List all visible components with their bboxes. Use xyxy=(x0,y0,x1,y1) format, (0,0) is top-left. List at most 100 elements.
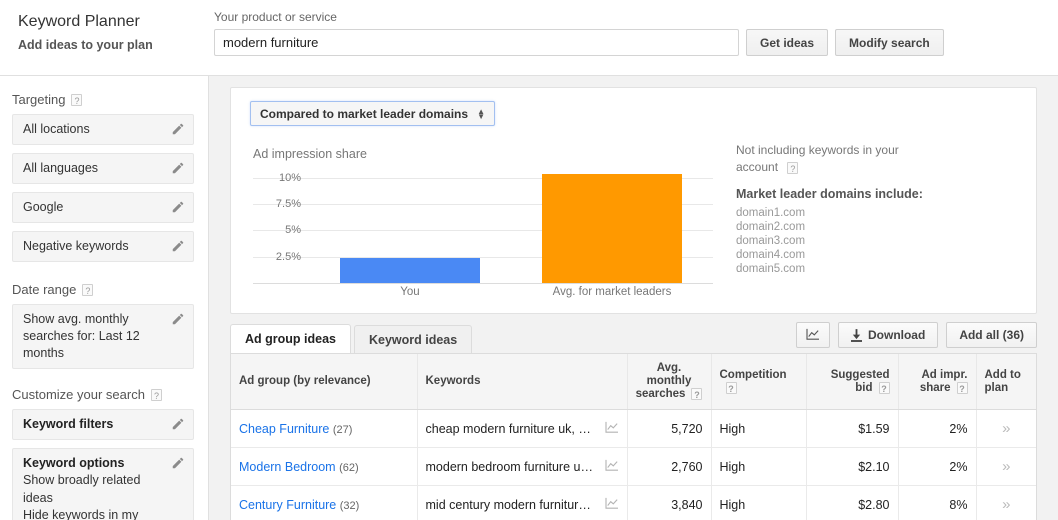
keyword-planner-page: Keyword Planner Add ideas to your plan Y… xyxy=(0,0,1058,520)
th-competition-label: Competition xyxy=(719,368,787,381)
cell-add-to-plan[interactable]: » xyxy=(976,447,1036,487)
modify-search-button[interactable]: Modify search xyxy=(835,29,944,56)
ad-group-link[interactable]: Century Furniture xyxy=(239,498,336,512)
line-chart-icon-button[interactable] xyxy=(795,322,830,348)
cell-avg-monthly-searches: 3,840 xyxy=(627,485,712,520)
chart-bar xyxy=(542,173,682,283)
edit-pencil-icon[interactable] xyxy=(171,417,185,431)
sparkline-icon[interactable] xyxy=(604,421,619,436)
keywords-text: cheap modern furniture uk, m… xyxy=(425,421,602,436)
comparison-select[interactable]: Compared to market leader domains ▲ ▼ xyxy=(250,101,495,126)
note-line-1: Not including keywords in your xyxy=(736,143,899,157)
ad-impression-share-card: Compared to market leader domains ▲ ▼ Ad … xyxy=(230,87,1037,314)
th-avg-monthly-searches[interactable]: Avg. monthly searches? xyxy=(627,354,712,411)
sidebar-item-label: Negative keywords xyxy=(23,239,129,253)
cell-ad-group: Modern Bedroom (62) xyxy=(231,447,418,487)
tab-keyword-ideas[interactable]: Keyword ideas xyxy=(353,325,473,353)
cell-suggested-bid: $2.80 xyxy=(806,485,899,520)
keyword-options-title: Keyword options xyxy=(23,456,125,470)
cell-ad-impr-share: 8% xyxy=(898,485,977,520)
table-row[interactable]: Modern Bedroom (62) modern bedroom furnit… xyxy=(231,447,1036,487)
domain-item: domain5.com xyxy=(736,263,806,275)
cell-suggested-bid: $2.10 xyxy=(806,447,899,487)
table-header-row: Ad group (by relevance) Keywords Avg. mo… xyxy=(231,354,1036,411)
edit-pencil-icon[interactable] xyxy=(171,456,185,470)
keywords-text: modern bedroom furniture uk, … xyxy=(425,459,605,474)
cell-keywords: mid century modern furniture c… xyxy=(417,485,628,520)
help-icon[interactable]: ? xyxy=(71,93,83,106)
help-icon[interactable]: ? xyxy=(82,283,94,296)
cell-add-to-plan[interactable]: » xyxy=(976,486,1036,520)
domain-item: domain1.com xyxy=(736,207,806,219)
ad-group-link[interactable]: Modern Bedroom xyxy=(239,460,336,474)
domain-item: domain2.com xyxy=(736,221,806,233)
ad-group-count: (32) xyxy=(339,499,360,512)
search-input[interactable] xyxy=(214,29,739,56)
table-row[interactable]: Cheap Furniture (27) cheap modern furnitu… xyxy=(231,409,1036,449)
domain-item: domain3.com xyxy=(736,235,806,247)
keyword-option-item: Hide keywords in my account xyxy=(23,508,139,520)
th-ad-group[interactable]: Ad group (by relevance) xyxy=(231,354,418,411)
search-label: Your product or service xyxy=(214,10,337,24)
table-header: Ad group (by relevance) Keywords Avg. mo… xyxy=(231,354,1036,411)
sidebar-item-label: Show avg. monthly searches for: Last 12 … xyxy=(23,312,140,360)
help-icon[interactable]: ? xyxy=(150,388,162,401)
sidebar-item-all-languages[interactable]: All languages xyxy=(12,153,194,184)
page-title: Keyword Planner xyxy=(18,13,140,30)
th-competition[interactable]: Competition? xyxy=(711,354,807,411)
main-content: Compared to market leader domains ▲ ▼ Ad … xyxy=(209,76,1058,520)
help-icon[interactable]: ? xyxy=(787,161,799,174)
help-icon[interactable]: ? xyxy=(956,381,968,394)
table-toolbar: Download Add all (36) xyxy=(788,322,1037,348)
table-body: Cheap Furniture (27) cheap modern furnitu… xyxy=(231,409,1036,520)
chart-side-note: Not including keywords in your account ?… xyxy=(736,142,966,276)
ad-group-link[interactable]: Cheap Furniture xyxy=(239,422,329,436)
sidebar-item-negative-keywords[interactable]: Negative keywords xyxy=(12,231,194,262)
download-button[interactable]: Download xyxy=(837,322,939,348)
sidebar-item-label: All languages xyxy=(23,161,99,175)
tab-ad-group-ideas[interactable]: Ad group ideas xyxy=(230,324,351,353)
add-all-button[interactable]: Add all (36) xyxy=(946,322,1037,348)
download-label: Download xyxy=(867,328,926,342)
edit-pencil-icon[interactable] xyxy=(171,312,185,326)
sidebar-item-date-range[interactable]: Show avg. monthly searches for: Last 12 … xyxy=(12,304,194,369)
sidebar-item-keyword-options[interactable]: Keyword options Show broadly related ide… xyxy=(12,448,194,520)
sidebar-item-keyword-filters[interactable]: Keyword filters xyxy=(12,409,194,440)
sidebar-item-all-locations[interactable]: All locations xyxy=(12,114,194,145)
get-ideas-button[interactable]: Get ideas xyxy=(746,29,829,56)
th-ad-impr-share[interactable]: Ad impr. share? xyxy=(898,354,977,411)
th-keywords[interactable]: Keywords xyxy=(417,354,628,411)
ideas-table-wrap: Ad group (by relevance) Keywords Avg. mo… xyxy=(230,353,1037,520)
cell-competition: High xyxy=(711,447,807,487)
help-icon[interactable]: ? xyxy=(878,381,890,394)
customize-section-title: Customize your search ? xyxy=(12,387,208,402)
edit-pencil-icon[interactable] xyxy=(171,200,185,214)
help-icon[interactable]: ? xyxy=(725,381,737,394)
ideas-tabs: Ad group ideas Keyword ideas xyxy=(230,324,473,353)
table-row[interactable]: Century Furniture (32) mid century modern… xyxy=(231,485,1036,520)
edit-pencil-icon[interactable] xyxy=(171,239,185,253)
cell-ad-group: Cheap Furniture (27) xyxy=(231,409,418,449)
ad-group-count: (27) xyxy=(332,423,353,436)
chart-bar xyxy=(340,257,480,283)
market-leader-domains-list: domain1.com domain2.com domain3.com doma… xyxy=(736,206,966,276)
edit-pencil-icon[interactable] xyxy=(171,122,185,136)
cell-add-to-plan[interactable]: » xyxy=(976,409,1036,449)
sparkline-icon[interactable] xyxy=(604,497,619,512)
chart-y-tick-label: 2.5% xyxy=(275,250,301,263)
cell-ad-impr-share: 2% xyxy=(898,409,977,449)
chevron-updown-icon: ▲ ▼ xyxy=(477,106,485,121)
th-suggested-bid[interactable]: Suggested bid? xyxy=(806,354,899,411)
cell-keywords: modern bedroom furniture uk, … xyxy=(417,447,628,487)
help-icon[interactable]: ? xyxy=(691,388,703,400)
cell-keywords: cheap modern furniture uk, m… xyxy=(417,409,628,449)
page-subtitle: Add ideas to your plan xyxy=(18,38,153,52)
market-leader-domains-title: Market leader domains include: xyxy=(736,187,923,201)
edit-pencil-icon[interactable] xyxy=(171,161,185,175)
cell-avg-monthly-searches: 5,720 xyxy=(627,409,712,449)
sparkline-icon[interactable] xyxy=(604,459,619,474)
chart-x-tick-label: Avg. for market leaders xyxy=(552,286,672,298)
ideas-table: Ad group (by relevance) Keywords Avg. mo… xyxy=(231,354,1036,520)
sidebar-item-label: All locations xyxy=(23,122,90,136)
sidebar-item-google[interactable]: Google xyxy=(12,192,194,223)
